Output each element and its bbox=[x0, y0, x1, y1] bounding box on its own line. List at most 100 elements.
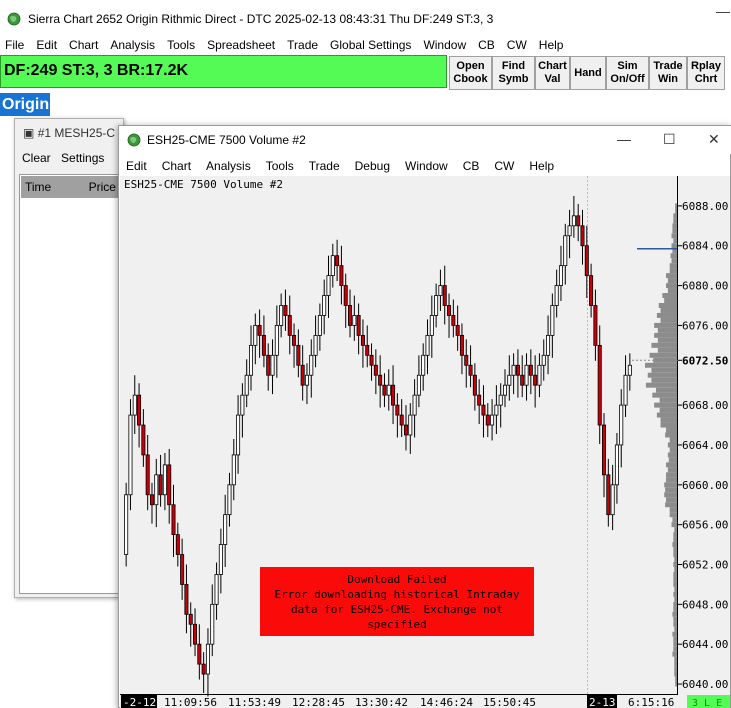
volume-profile-bar bbox=[674, 527, 677, 533]
find-symb-button[interactable]: Find Symb bbox=[492, 56, 535, 90]
chart-area[interactable]: ESH25-CME 7500 Volume #2 6088.00 6084.00 6… bbox=[120, 176, 730, 708]
chart-menu-item-window[interactable]: Window bbox=[398, 157, 448, 175]
time-sales-window-title: ▣ #1 MESH25-C bbox=[15, 119, 125, 147]
volume-profile-bar bbox=[664, 482, 677, 488]
volume-profile-bar bbox=[669, 447, 677, 453]
price-label: 6056.00 bbox=[682, 519, 728, 532]
volume-profile-bar bbox=[655, 387, 677, 393]
minimize-button[interactable]: — bbox=[716, 3, 730, 19]
column-header-time[interactable]: Time bbox=[25, 180, 51, 194]
menu-item-trade[interactable]: Trade bbox=[281, 36, 324, 54]
time-sales-list[interactable]: Time Price bbox=[19, 174, 123, 594]
volume-profile-bar bbox=[651, 342, 677, 348]
volume-profile-bar bbox=[672, 517, 677, 523]
globe-icon bbox=[7, 12, 21, 26]
price-label: 6044.00 bbox=[682, 638, 728, 651]
volume-profile-bar bbox=[674, 566, 677, 572]
menu-item-global-settings[interactable]: Global Settings bbox=[324, 36, 417, 54]
chart-menu-item-edit[interactable]: Edit bbox=[119, 157, 147, 175]
volume-profile-bar bbox=[654, 322, 677, 328]
chart-menu-item-trade[interactable]: Trade bbox=[302, 157, 340, 175]
chart-menu-item-cw[interactable]: CW bbox=[487, 157, 514, 175]
time-sales-menu: Clear Settings bbox=[15, 151, 125, 169]
volume-profile-bar bbox=[673, 218, 677, 224]
status-indicator-text: 3 L E bbox=[692, 698, 722, 708]
chart-menu-item-tools[interactable]: Tools bbox=[259, 157, 294, 175]
volume-profile-bar bbox=[656, 412, 677, 418]
app-title: Sierra Chart 2652 Origin Rithmic Direct … bbox=[28, 12, 494, 26]
trade-win-button[interactable]: Trade Win bbox=[649, 56, 687, 90]
volume-profile-bar bbox=[674, 666, 677, 672]
volume-profile-bar bbox=[673, 571, 677, 577]
volume-profile-bar bbox=[673, 601, 677, 607]
close-button[interactable]: ✕ bbox=[708, 131, 720, 148]
volume-profile-bar bbox=[675, 681, 677, 687]
volume-profile-bar bbox=[659, 397, 677, 403]
settings-menu-item[interactable]: Settings bbox=[61, 151, 104, 165]
volume-profile-bar bbox=[674, 661, 677, 667]
chart-menu-item-analysis[interactable]: Analysis bbox=[199, 157, 251, 175]
menu-item-window[interactable]: Window bbox=[417, 36, 472, 54]
maximize-button[interactable]: ☐ bbox=[663, 131, 676, 148]
volume-profile-bar bbox=[665, 487, 677, 493]
chart-val-button[interactable]: Chart Val bbox=[535, 56, 570, 90]
time-sales-window[interactable]: ▣ #1 MESH25-C Clear Settings Time Price bbox=[14, 118, 124, 598]
volume-profile-bar bbox=[666, 477, 677, 483]
time-sales-header: Time Price bbox=[21, 176, 121, 198]
volume-profile-bar bbox=[673, 591, 677, 597]
volume-profile-bar bbox=[647, 372, 677, 378]
chart-menu-item-cb[interactable]: CB bbox=[456, 157, 480, 175]
chart-menu-item-help[interactable]: Help bbox=[522, 157, 554, 175]
volume-profile-bar bbox=[673, 537, 677, 543]
time-label: 14:46:24 bbox=[420, 696, 473, 708]
volume-profile-bar bbox=[664, 298, 677, 304]
origin-label[interactable]: Origin bbox=[0, 93, 50, 116]
volume-profile-bar bbox=[654, 402, 677, 408]
menu-item-cb[interactable]: CB bbox=[472, 36, 501, 54]
volume-profile-bar bbox=[672, 542, 677, 548]
chart-menu-item-chart[interactable]: Chart bbox=[155, 157, 191, 175]
menu-item-cw[interactable]: CW bbox=[501, 36, 533, 54]
clear-menu-item[interactable]: Clear bbox=[22, 151, 51, 165]
connection-status-bar: DF:249 ST:3, 3 BR:17.2K bbox=[0, 55, 447, 88]
volume-profile-bar bbox=[673, 532, 677, 538]
chart-window[interactable]: ESH25-CME 7500 Volume #2 — ☐ ✕ Edit Chart… bbox=[118, 125, 731, 708]
volume-profile-bar bbox=[672, 631, 677, 637]
menu-item-edit[interactable]: Edit bbox=[30, 36, 63, 54]
menu-item-spreadsheet[interactable]: Spreadsheet bbox=[201, 36, 281, 54]
connection-status-text: DF:249 ST:3, 3 BR:17.2K bbox=[4, 62, 189, 79]
sim-onoff-button[interactable]: Sim On/Off bbox=[606, 56, 649, 90]
volume-profile-bar bbox=[666, 427, 677, 433]
volume-profile-bar bbox=[672, 228, 677, 234]
volume-profile-bar bbox=[674, 596, 677, 602]
menu-item-help[interactable]: Help bbox=[533, 36, 570, 54]
main-menu-bar: File Edit Chart Analysis Tools Spreadsheet Tra… bbox=[0, 36, 731, 54]
volume-profile-bar bbox=[667, 467, 677, 473]
volume-profile-bar bbox=[645, 362, 677, 368]
volume-profile-bar bbox=[657, 347, 677, 353]
volume-profile-bar bbox=[675, 203, 677, 209]
error-line-2: Error downloading historical Intraday bbox=[274, 588, 519, 601]
volume-profile-bar bbox=[674, 626, 677, 632]
hand-button[interactable]: Hand bbox=[570, 56, 606, 90]
volume-profile-bar bbox=[659, 407, 677, 413]
volume-profile-bar bbox=[673, 547, 677, 553]
chart-window-title: ESH25-CME 7500 Volume #2 bbox=[147, 133, 306, 147]
open-cbook-button[interactable]: Open Cbook bbox=[449, 56, 492, 90]
chart-menu-item-debug[interactable]: Debug bbox=[348, 157, 390, 175]
column-header-price[interactable]: Price bbox=[89, 180, 116, 194]
menu-item-tools[interactable]: Tools bbox=[161, 36, 201, 54]
rplay-chrt-button[interactable]: Rplay Chrt bbox=[687, 56, 725, 90]
menu-item-analysis[interactable]: Analysis bbox=[104, 36, 161, 54]
candle bbox=[124, 482, 129, 567]
time-label: 11:53:49 bbox=[228, 696, 281, 708]
minimize-button[interactable]: — bbox=[617, 131, 631, 147]
price-label: 6084.00 bbox=[682, 240, 728, 253]
error-line-1: Download Failed bbox=[347, 573, 446, 586]
volume-profile-bar bbox=[666, 497, 677, 503]
price-label: 6068.00 bbox=[682, 399, 728, 412]
menu-item-file[interactable]: File bbox=[0, 36, 30, 54]
menu-item-chart[interactable]: Chart bbox=[63, 36, 104, 54]
price-label: 6040.00 bbox=[682, 678, 728, 691]
volume-profile-bar bbox=[668, 457, 677, 463]
